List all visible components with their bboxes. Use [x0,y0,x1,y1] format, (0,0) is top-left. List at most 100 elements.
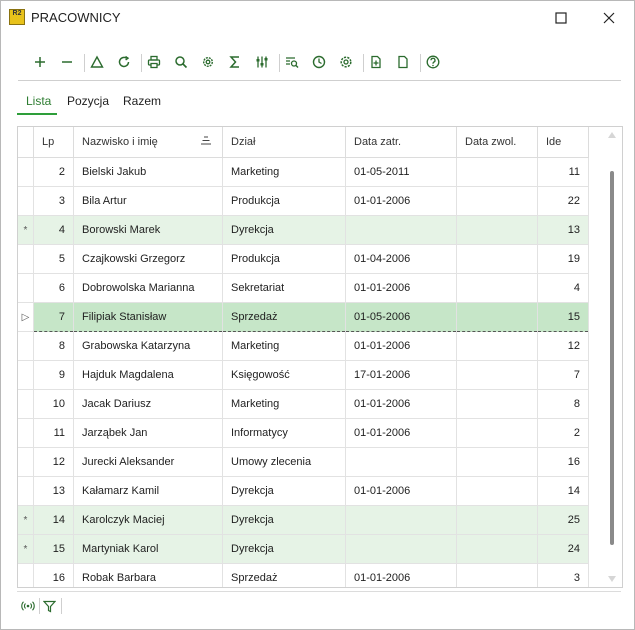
cell-name[interactable]: Dobrowolska Marianna [73,273,223,303]
clock-button[interactable] [308,51,330,73]
table-row[interactable]: 12 Jurecki Aleksander Umowy zlecenia 16 [18,447,589,477]
cell-lp[interactable]: 9 [33,360,74,390]
cell-dept[interactable]: Produkcja [222,244,346,274]
cell-hired[interactable]: 01-05-2006 [345,302,457,332]
cell-hired[interactable]: 01-01-2006 [345,389,457,419]
cell-hired[interactable]: 01-01-2006 [345,476,457,506]
cell-fired[interactable] [456,360,538,390]
cell-hired[interactable]: 01-01-2006 [345,186,457,216]
cell-name[interactable]: Jurecki Aleksander [73,447,223,477]
sliders-button[interactable] [251,51,273,73]
gear-cog-button[interactable] [335,51,357,73]
cell-dept[interactable]: Sprzedaż [222,563,346,587]
cell-fired[interactable] [456,534,538,564]
cell-lp[interactable]: 10 [33,389,74,419]
vertical-scrollbar[interactable] [603,127,621,587]
cell-lp[interactable]: 16 [33,563,74,587]
cell-hired[interactable]: 01-01-2006 [345,418,457,448]
cell-id[interactable]: 13 [537,215,589,245]
print-button[interactable] [143,51,165,73]
cell-lp[interactable]: 3 [33,186,74,216]
cell-fired[interactable] [456,273,538,303]
cell-hired[interactable]: 17-01-2006 [345,360,457,390]
cell-lp[interactable]: 7 [33,302,74,332]
cell-dept[interactable]: Informatycy [222,418,346,448]
cell-hired[interactable] [345,447,457,477]
cell-name[interactable]: Bielski Jakub [73,157,223,187]
cell-hired[interactable]: 01-05-2011 [345,157,457,187]
column-header-hired[interactable]: Data zatr. [345,127,457,158]
table-row[interactable]: 6 Dobrowolska Marianna Sekretariat 01-01-20… [18,273,589,303]
cell-id[interactable]: 12 [537,331,589,361]
new-document-button[interactable] [365,51,387,73]
table-row[interactable]: 11 Jarząbek Jan Informatycy 01-01-2006 2 [18,418,589,448]
cell-lp[interactable]: 12 [33,447,74,477]
tab-pozycja[interactable]: Pozycja [67,94,109,108]
cell-name[interactable]: Karolczyk Maciej [73,505,223,535]
filter-button[interactable] [40,597,58,615]
cell-hired[interactable] [345,505,457,535]
cell-lp[interactable]: 11 [33,418,74,448]
table-row[interactable]: 16 Robak Barbara Sprzedaż 01-01-2006 3 [18,563,589,587]
cell-name[interactable]: Czajkowski Grzegorz [73,244,223,274]
cell-name[interactable]: Martyniak Karol [73,534,223,564]
title-bar[interactable]: R2 PRACOWNICY [1,1,634,35]
cell-lp[interactable]: 14 [33,505,74,535]
cell-id[interactable]: 7 [537,360,589,390]
table-row[interactable]: * 14 Karolczyk Maciej Dyrekcja 25 [18,505,589,535]
cell-id[interactable]: 14 [537,476,589,506]
cell-dept[interactable]: Księgowość [222,360,346,390]
table-row[interactable]: 5 Czajkowski Grzegorz Produkcja 01-04-2006 1… [18,244,589,274]
document-button[interactable] [392,51,414,73]
cell-hired[interactable]: 01-01-2006 [345,331,457,361]
sum-button[interactable] [224,51,246,73]
cell-dept[interactable]: Marketing [222,389,346,419]
cell-hired[interactable]: 01-04-2006 [345,244,457,274]
scrollbar-thumb[interactable] [610,171,614,545]
column-header-lp[interactable]: Lp [33,127,74,158]
table-row[interactable]: 8 Grabowska Katarzyna Marketing 01-01-2006 1… [18,331,589,361]
cell-name[interactable]: Borowski Marek [73,215,223,245]
cell-fired[interactable] [456,186,538,216]
broadcast-button[interactable] [19,597,37,615]
cell-lp[interactable]: 4 [33,215,74,245]
table-row[interactable]: * 15 Martyniak Karol Dyrekcja 24 [18,534,589,564]
cell-hired[interactable] [345,534,457,564]
refresh-button[interactable] [113,51,135,73]
cell-id[interactable]: 8 [537,389,589,419]
table-row[interactable]: 13 Kałamarz Kamil Dyrekcja 01-01-2006 14 [18,476,589,506]
cell-hired[interactable] [345,215,457,245]
help-button[interactable] [422,51,444,73]
table-row[interactable]: 9 Hajduk Magdalena Księgowość 17-01-2006 7 [18,360,589,390]
scroll-down-icon[interactable] [608,576,616,582]
cell-id[interactable]: 19 [537,244,589,274]
cell-name[interactable]: Jarząbek Jan [73,418,223,448]
settings-button[interactable] [197,51,219,73]
employee-grid[interactable]: Lp Nazwisko i imię Dział Data zatr. Data… [17,126,623,588]
tab-lista[interactable]: Lista [26,94,51,108]
column-header-dept[interactable]: Dział [222,127,346,158]
column-header-id[interactable]: Ide [537,127,589,158]
cell-name[interactable]: Kałamarz Kamil [73,476,223,506]
cell-fired[interactable] [456,331,538,361]
cell-id[interactable]: 3 [537,563,589,587]
cell-name[interactable]: Hajduk Magdalena [73,360,223,390]
cell-name[interactable]: Jacak Dariusz [73,389,223,419]
maximize-button[interactable] [541,6,581,30]
add-button[interactable] [29,51,51,73]
cell-lp[interactable]: 13 [33,476,74,506]
cell-fired[interactable] [456,157,538,187]
cell-name[interactable]: Robak Barbara [73,563,223,587]
cell-lp[interactable]: 8 [33,331,74,361]
cell-dept[interactable]: Umowy zlecenia [222,447,346,477]
cell-fired[interactable] [456,476,538,506]
remove-button[interactable] [56,51,78,73]
cell-id[interactable]: 24 [537,534,589,564]
cell-fired[interactable] [456,505,538,535]
cell-lp[interactable]: 15 [33,534,74,564]
cell-name[interactable]: Filipiak Stanisław [73,302,223,332]
cell-id[interactable]: 11 [537,157,589,187]
cell-fired[interactable] [456,244,538,274]
cell-id[interactable]: 25 [537,505,589,535]
cell-dept[interactable]: Marketing [222,331,346,361]
